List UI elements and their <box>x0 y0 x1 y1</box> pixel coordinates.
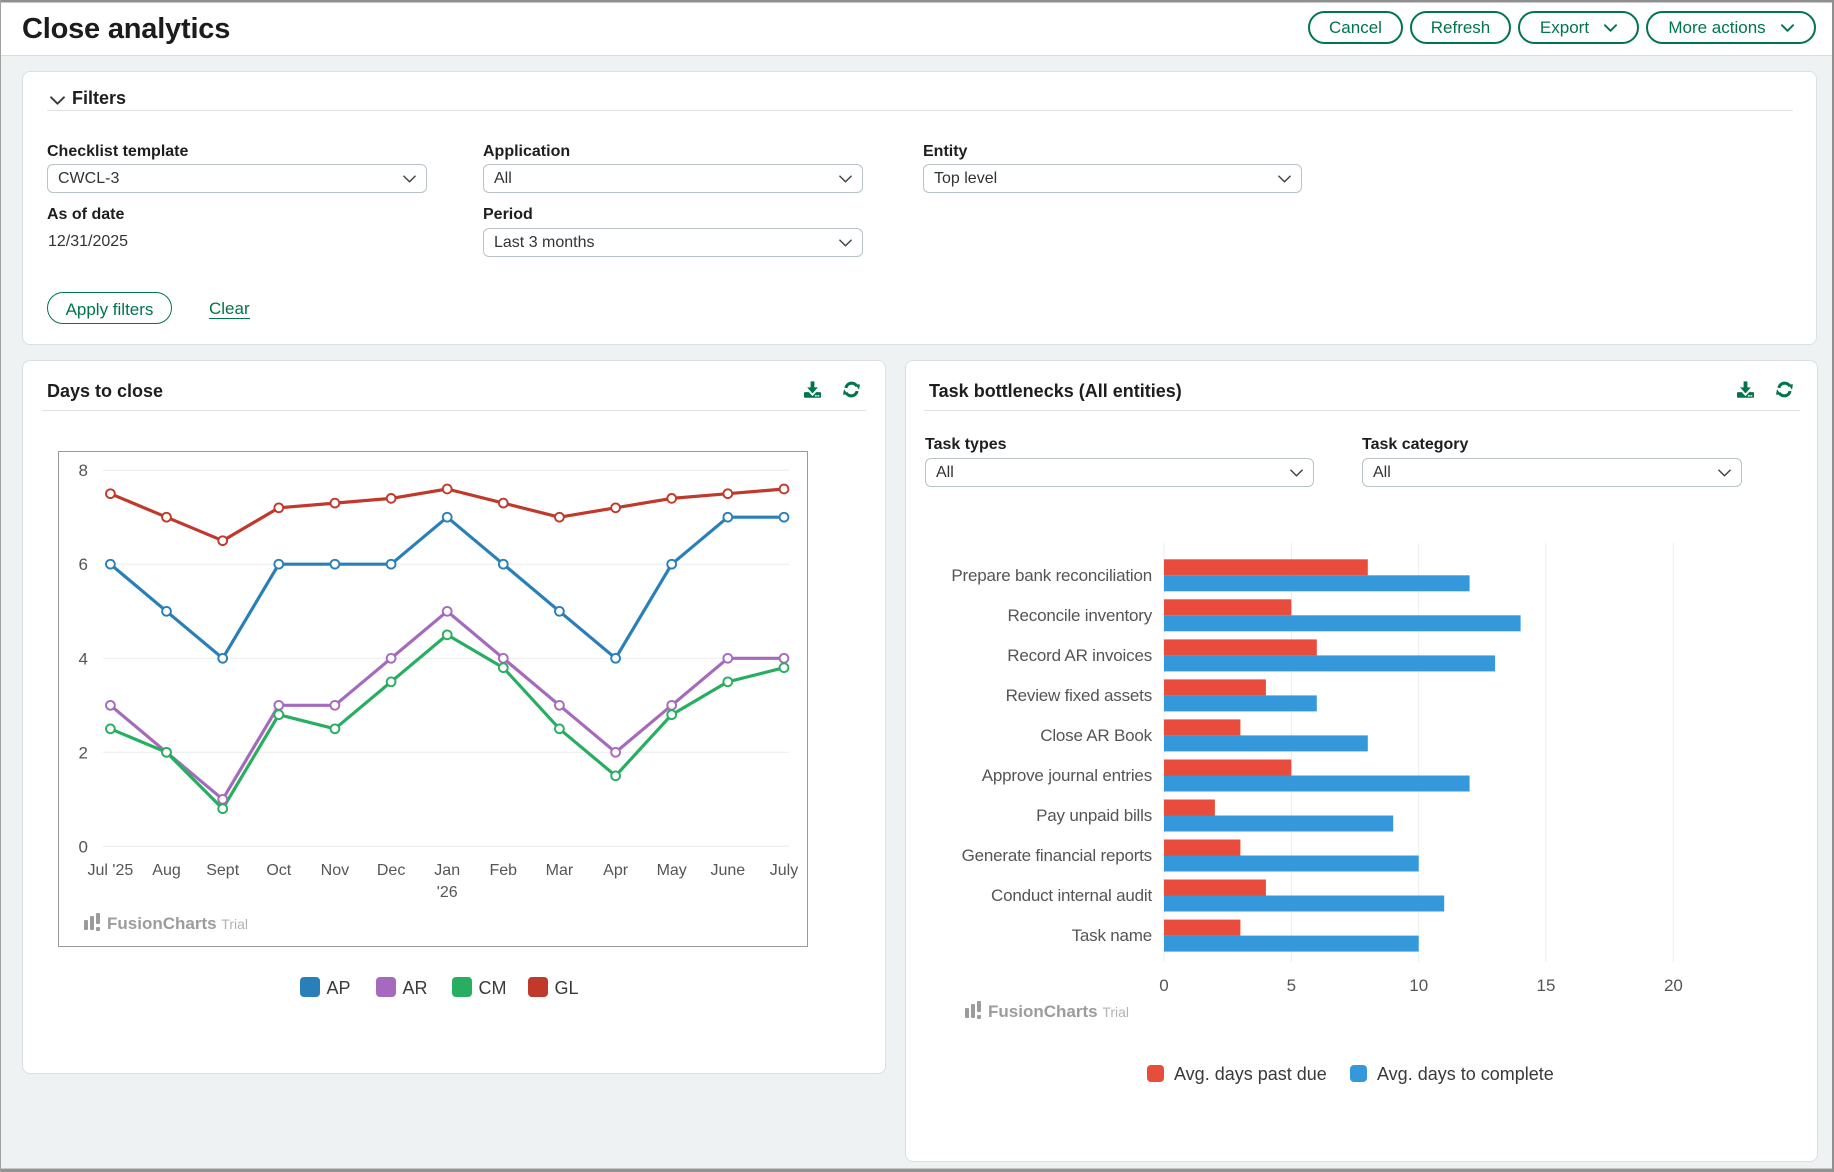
svg-text:2: 2 <box>79 743 88 762</box>
svg-text:Apr: Apr <box>603 862 629 879</box>
svg-text:Mar: Mar <box>546 862 574 879</box>
svg-text:Pay unpaid bills: Pay unpaid bills <box>1036 806 1152 825</box>
svg-text:Dec: Dec <box>377 862 405 879</box>
svg-text:Feb: Feb <box>490 862 518 879</box>
svg-text:Conduct internal audit: Conduct internal audit <box>991 886 1152 905</box>
svg-text:FusionCharts Trial: FusionCharts Trial <box>107 914 248 933</box>
svg-text:20: 20 <box>1664 976 1683 995</box>
svg-text:8: 8 <box>79 461 88 480</box>
svg-text:Nov: Nov <box>321 862 349 879</box>
svg-text:15: 15 <box>1537 976 1556 995</box>
svg-text:Review fixed assets: Review fixed assets <box>1006 686 1152 705</box>
svg-text:June: June <box>710 862 745 879</box>
svg-text:'26: '26 <box>437 884 458 901</box>
svg-text:Aug: Aug <box>152 862 180 879</box>
svg-text:Prepare bank reconciliation: Prepare bank reconciliation <box>951 566 1152 585</box>
svg-text:July: July <box>770 862 798 879</box>
svg-text:Task name: Task name <box>1072 926 1152 945</box>
svg-text:5: 5 <box>1287 976 1296 995</box>
svg-text:Generate financial reports: Generate financial reports <box>962 846 1152 865</box>
svg-text:Reconcile inventory: Reconcile inventory <box>1007 606 1152 625</box>
svg-text:May: May <box>657 862 687 879</box>
svg-text:Record AR invoices: Record AR invoices <box>1007 646 1152 665</box>
svg-text:Close AR Book: Close AR Book <box>1040 726 1152 745</box>
svg-text:6: 6 <box>79 555 88 574</box>
svg-text:0: 0 <box>79 837 88 856</box>
svg-text:Oct: Oct <box>266 862 291 879</box>
svg-text:Jan: Jan <box>434 862 460 879</box>
svg-text:FusionCharts Trial: FusionCharts Trial <box>988 1002 1129 1021</box>
svg-text:Sept: Sept <box>206 862 239 879</box>
svg-text:4: 4 <box>79 649 88 668</box>
svg-text:Jul '25: Jul '25 <box>88 862 134 879</box>
svg-text:10: 10 <box>1409 976 1428 995</box>
svg-text:0: 0 <box>1159 976 1168 995</box>
svg-text:Approve journal entries: Approve journal entries <box>982 766 1152 785</box>
